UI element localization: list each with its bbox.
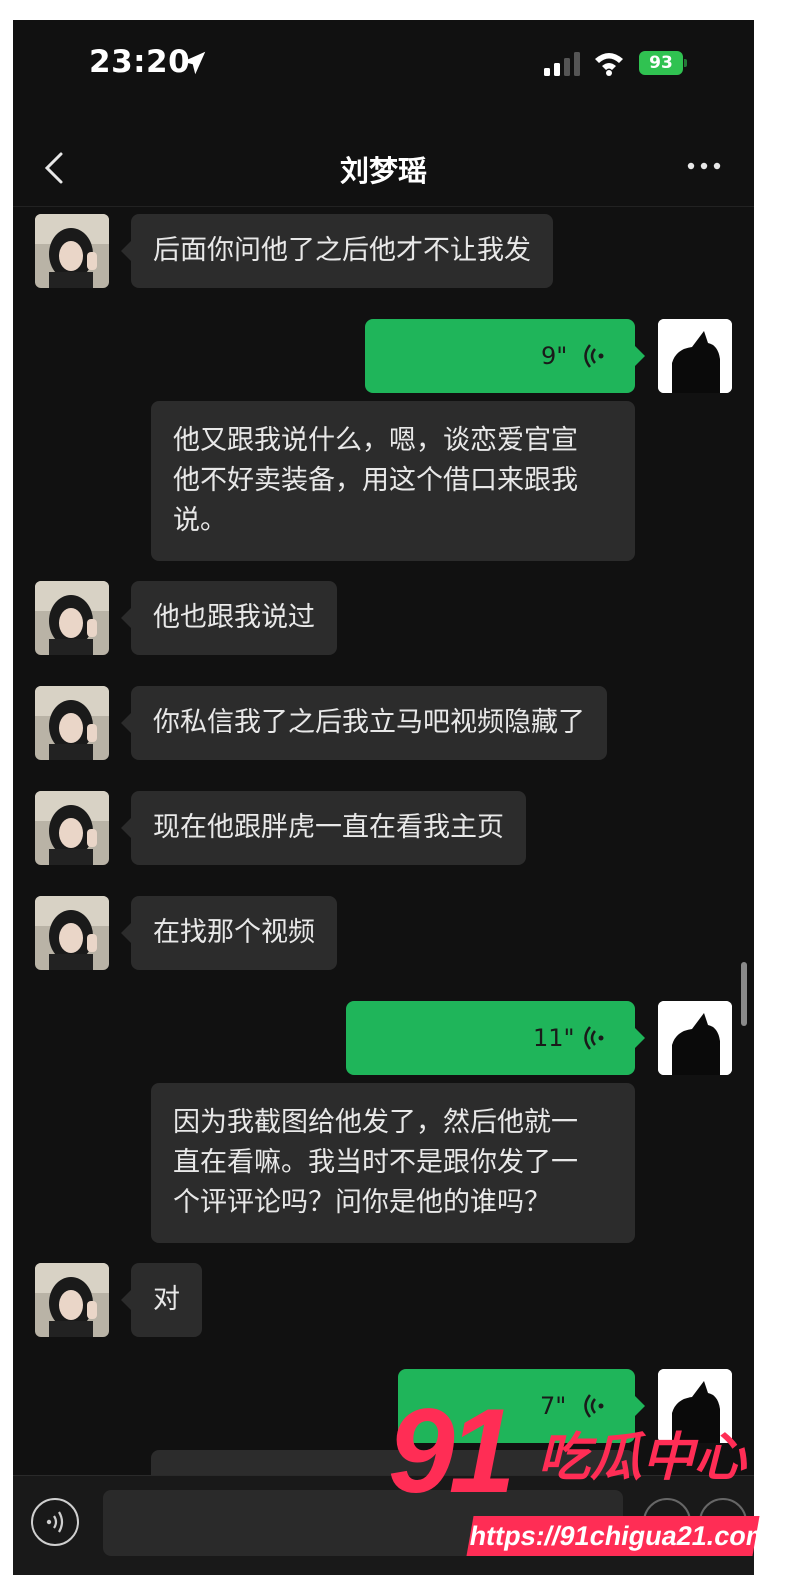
more-options-icon[interactable] [686, 156, 722, 176]
contact-avatar[interactable] [35, 896, 109, 970]
chat-screen: 23:20 93 刘梦瑶 后面你问他了之后他才不让我发 9" 他又跟我说什么，嗯… [13, 20, 754, 1575]
contact-avatar[interactable] [35, 214, 109, 288]
voice-wave-icon [584, 344, 604, 368]
watermark-logo-number: 91 [388, 1384, 516, 1518]
user-avatar[interactable] [658, 319, 732, 393]
received-message[interactable]: 你私信我了之后我立马吧视频隐藏了 [121, 686, 607, 760]
contact-avatar[interactable] [35, 791, 109, 865]
contact-avatar[interactable] [35, 1263, 109, 1337]
location-arrow-icon [182, 51, 206, 75]
received-message[interactable]: 现在他跟胖虎一直在看我主页 [121, 791, 526, 865]
wifi-icon [595, 53, 623, 76]
transcript-line: 他不好卖装备，用这个借口来跟我 [173, 465, 578, 496]
cellular-signal-icon [544, 52, 580, 76]
user-avatar[interactable] [658, 1001, 732, 1075]
voice-input-button[interactable] [31, 1498, 79, 1546]
watermark-logo: 91 吃瓜中心 [388, 1386, 758, 1516]
status-time: 23:20 [89, 44, 191, 80]
battery-indicator: 93 [639, 51, 687, 75]
watermark-logo-text: 吃瓜中心 [538, 1428, 747, 1488]
battery-level: 93 [639, 51, 683, 75]
received-message[interactable]: 在找那个视频 [121, 896, 337, 970]
voice-transcript: 他又跟我说什么，嗯，谈恋爱官宣 他不好卖装备，用这个借口来跟我 说。 [151, 401, 635, 561]
voice-icon [46, 1511, 64, 1533]
transcript-line: 说。 [173, 505, 227, 536]
voice-duration: 11" [533, 1024, 575, 1052]
transcript-line: 个评评论吗？问你是他的谁吗？ [173, 1187, 551, 1218]
voice-message[interactable]: 9" [365, 319, 645, 393]
chat-title: 刘梦瑶 [339, 154, 427, 188]
watermark-url: https://91chigua21.com [466, 1516, 773, 1556]
received-message[interactable]: 后面你问他了之后他才不让我发 [121, 214, 553, 288]
contact-avatar[interactable] [35, 581, 109, 655]
received-message[interactable]: 对 [121, 1263, 202, 1337]
voice-duration: 9" [541, 342, 568, 370]
voice-message[interactable]: 11" [346, 1001, 645, 1075]
transcript-line: 直在看嘛。我当时不是跟你发了一 [173, 1147, 578, 1178]
scrollbar[interactable] [741, 962, 747, 1026]
received-message[interactable]: 他也跟我说过 [121, 581, 337, 655]
transcript-line: 因为我截图给他发了，然后他就一 [173, 1107, 578, 1138]
header-divider [13, 206, 754, 207]
contact-avatar[interactable] [35, 686, 109, 760]
transcript-line: 他又跟我说什么，嗯，谈恋爱官宣 [173, 425, 578, 456]
voice-transcript: 因为我截图给他发了，然后他就一 直在看嘛。我当时不是跟你发了一 个评评论吗？问你… [151, 1083, 635, 1243]
voice-wave-icon [584, 1026, 604, 1050]
